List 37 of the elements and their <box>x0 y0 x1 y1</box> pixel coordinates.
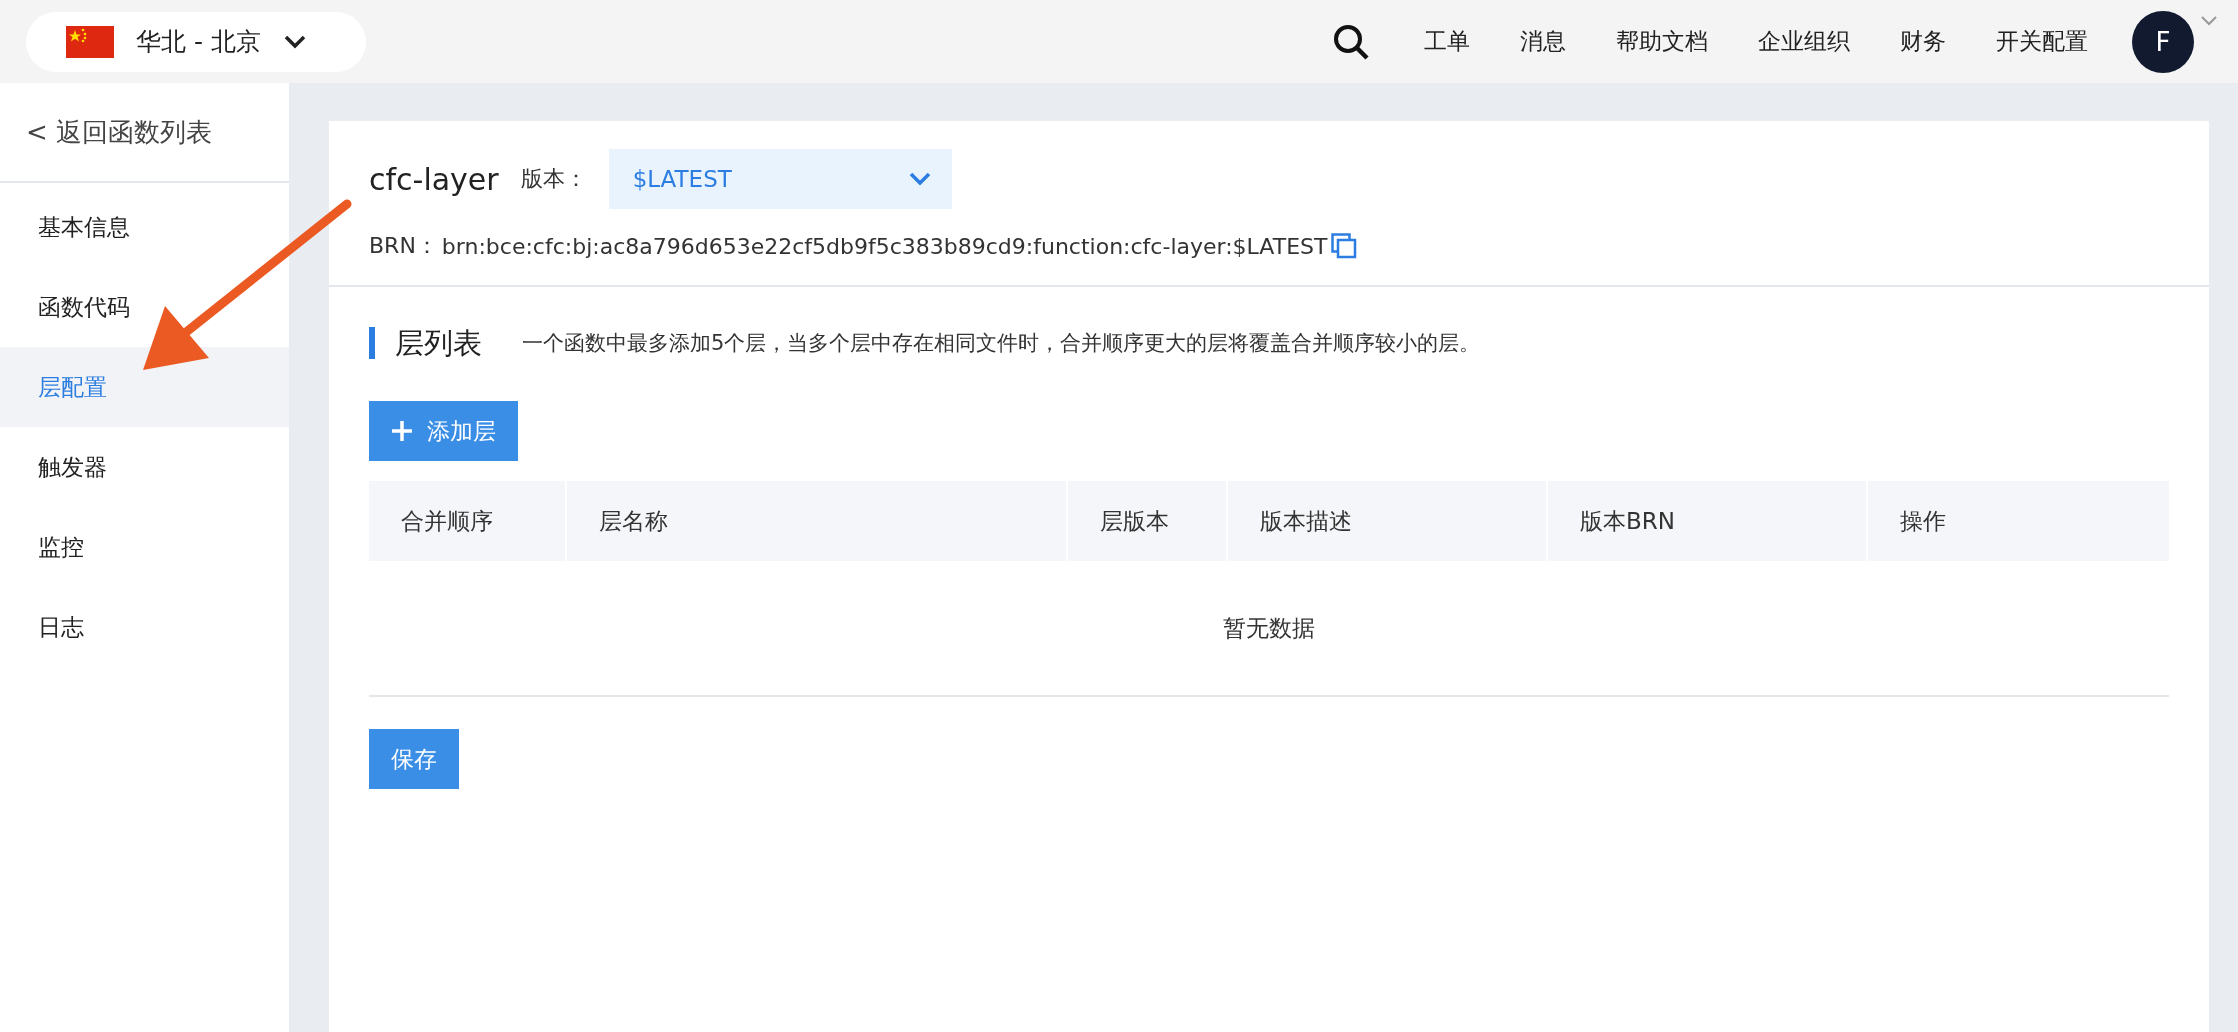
chevron-down-icon <box>907 171 932 187</box>
function-name: cfc-layer <box>369 161 499 197</box>
nav-link[interactable]: 帮助文档 <box>1616 26 1708 57</box>
plus-icon <box>391 420 413 442</box>
sidebar-item[interactable]: 层配置 <box>0 347 289 427</box>
section-hint: 一个函数中最多添加5个层，当多个层中存在相同文件时，合并顺序更大的层将覆盖合并顺序较小的层。 <box>522 330 1481 357</box>
column-header: 层名称 <box>567 481 1068 561</box>
sidebar-item[interactable]: 基本信息 <box>0 187 289 267</box>
back-link[interactable]: < 返回函数列表 <box>0 83 289 183</box>
column-header: 合并顺序 <box>369 481 567 561</box>
version-label: 版本： <box>520 165 587 193</box>
empty-message: 暂无数据 <box>1223 613 1315 643</box>
nav-link[interactable]: 开关配置 <box>1996 26 2088 57</box>
brn-label: BRN： <box>369 232 438 260</box>
flag-icon <box>66 25 114 58</box>
user-avatar[interactable]: F <box>2132 10 2194 73</box>
nav-link[interactable]: 财务 <box>1900 26 1946 57</box>
copy-icon[interactable] <box>1331 233 1358 259</box>
nav-link[interactable]: 企业组织 <box>1758 26 1850 57</box>
column-header: 版本描述 <box>1228 481 1548 561</box>
caret-icon[interactable] <box>2200 14 2218 27</box>
column-header: 操作 <box>1899 506 1947 536</box>
region-label: 华北 - 北京 <box>136 26 261 58</box>
nav-link[interactable]: 工单 <box>1424 26 1470 57</box>
region-selector[interactable]: 华北 - 北京 <box>26 11 366 72</box>
column-header: 版本BRN <box>1548 481 1868 561</box>
column-header: 层版本 <box>1068 481 1228 561</box>
sidebar-item[interactable]: 触发器 <box>0 427 289 507</box>
section-title: 层列表 <box>369 327 482 359</box>
brn-value: brn:bce:cfc:bj:ac8a796d653e22cf5db9f5c383b89cd9:function:cfc-layer:$LATEST <box>441 233 1328 259</box>
search-icon[interactable] <box>1332 22 1370 61</box>
chevron-down-icon <box>282 33 307 50</box>
sidebar-item[interactable]: 监控 <box>0 507 289 587</box>
version-select[interactable]: $LATEST <box>608 149 952 209</box>
sidebar-item[interactable]: 函数代码 <box>0 267 289 347</box>
nav-link[interactable]: 消息 <box>1520 26 1566 57</box>
sidebar-item[interactable]: 日志 <box>0 587 289 667</box>
